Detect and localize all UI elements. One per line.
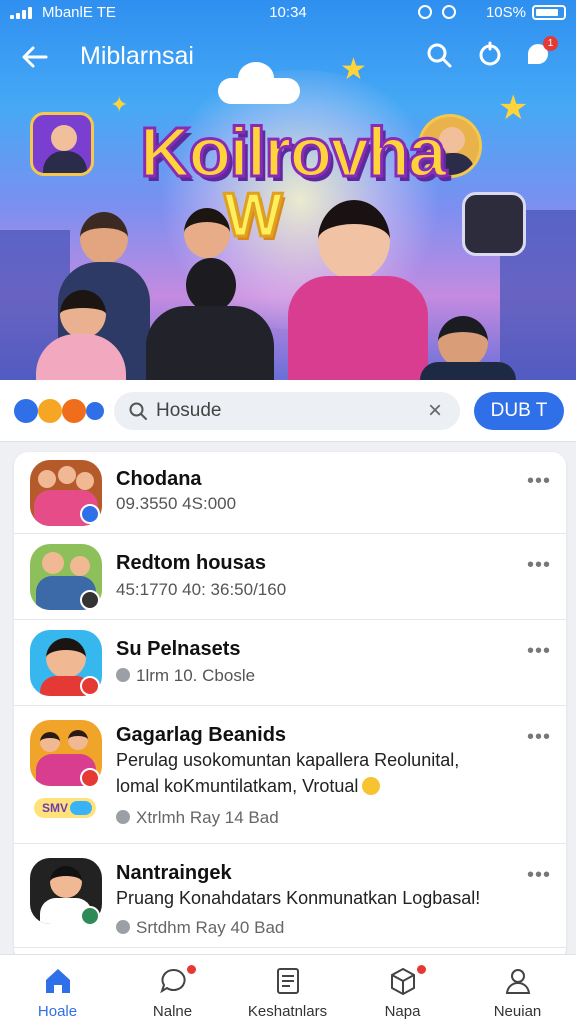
item-meta: Xtrlmh Ray 14 Bad — [116, 808, 279, 828]
nav-item-chat[interactable]: Nalne — [115, 955, 230, 1024]
item-name: Chodana — [116, 468, 202, 490]
list-item[interactable]: Chodana 09.3550 4S:000 ••• — [14, 452, 566, 534]
bottom-navigation: Hoale Nalne Keshatnlars Napa Neuian — [0, 954, 576, 1024]
app-screen: MbanlE TE 10:34 10S% Miblarnsai 1 ★ ✦ ★ … — [0, 0, 576, 1024]
refresh-icon — [479, 41, 501, 66]
star-icon: ★ — [340, 53, 367, 86]
search-row: × DUB T — [0, 380, 576, 442]
more-options-button[interactable]: ••• — [526, 555, 552, 575]
item-description: Perulag usokomuntan kapallera Reolunital… — [116, 750, 460, 770]
item-name: Su Pelnasets — [116, 638, 241, 660]
link-icon — [116, 668, 130, 682]
more-options-button[interactable]: ••• — [526, 865, 552, 885]
item-description: lomal koKmuntilatkam, Vrotual — [116, 776, 381, 797]
item-subtitle: 45:1770 40: 36:50/160 — [116, 580, 287, 599]
battery-icon — [532, 5, 566, 20]
notification-badge — [185, 963, 198, 976]
alarm-icon — [418, 5, 432, 19]
avatar-frame-left — [30, 112, 94, 176]
home-icon — [46, 969, 70, 993]
document-icon — [277, 968, 299, 994]
more-options-button[interactable]: ••• — [526, 641, 552, 661]
clock-icon — [116, 810, 130, 824]
item-meta: Srtdhm Ray 40 Bad — [116, 918, 284, 938]
nav-label: Keshatnlars — [247, 1003, 328, 1020]
profile-icon — [505, 969, 531, 994]
avatar-badge — [80, 504, 100, 524]
nav-item-documents[interactable]: Keshatnlars — [230, 955, 345, 1024]
speaker-icon — [462, 192, 526, 256]
list-item[interactable]: Redtom housas 45:1770 40: 36:50/160 ••• — [14, 534, 566, 620]
avatar-badge — [80, 676, 100, 696]
hero-banner: MbanlE TE 10:34 10S% Miblarnsai 1 ★ ✦ ★ … — [0, 0, 576, 380]
star-icon: ★ — [498, 89, 529, 127]
item-name: Nantraingek — [116, 862, 232, 884]
hero-logo-sub: W — [223, 180, 285, 252]
refresh-button[interactable] — [475, 40, 507, 72]
notifications-button[interactable]: 1 — [524, 36, 558, 72]
emoji-icon — [362, 777, 381, 795]
brand-logo[interactable] — [14, 397, 106, 425]
search-bar[interactable]: × — [114, 392, 460, 430]
top-app-bar: Miblarnsai 1 — [0, 30, 576, 82]
more-options-button[interactable]: ••• — [526, 727, 552, 747]
nav-item-home[interactable]: Hoale — [0, 955, 115, 1024]
item-description: Pruang Konahdatars Konmunatkan Logbasal! — [116, 888, 481, 908]
search-input[interactable] — [156, 399, 416, 423]
nav-item-profile[interactable]: Neuian — [460, 955, 575, 1024]
hero-logo-text: Koilrovha — [139, 112, 449, 193]
nav-item-box[interactable]: Napa — [345, 955, 460, 1024]
list-item[interactable]: Nantraingek Pruang Konahdatars Konmunatk… — [14, 844, 566, 948]
nav-label: Neuian — [493, 1003, 542, 1020]
clear-icon[interactable]: × — [424, 399, 446, 423]
notification-badge: 1 — [543, 36, 558, 51]
search-icon — [129, 402, 147, 420]
item-subtitle: 09.3550 4S:000 — [116, 494, 237, 513]
status-bar: MbanlE TE 10:34 10S% — [0, 0, 576, 26]
search-action-button[interactable]: DUB T — [474, 392, 564, 430]
avatar-badge — [80, 906, 100, 926]
back-button[interactable] — [18, 40, 52, 74]
cloud-decoration — [218, 62, 300, 104]
more-options-button[interactable]: ••• — [526, 471, 552, 491]
item-subtitle: 1lrm 10. Cbosle — [116, 666, 255, 686]
item-name: Gagarlag Beanids — [116, 724, 287, 746]
sync-icon — [442, 5, 456, 19]
nav-label: Hoale — [37, 1003, 78, 1020]
arrow-left-icon — [22, 46, 48, 68]
clock-icon — [116, 920, 130, 934]
community-list: Chodana 09.3550 4S:000 ••• Redtom housas… — [14, 452, 566, 962]
page-title: Miblarnsai — [80, 42, 194, 70]
battery-percentage: 10S% — [485, 4, 526, 21]
item-name: Redtom housas — [116, 552, 267, 574]
nav-label: Napa — [384, 1003, 421, 1020]
list-item[interactable]: SMV Gagarlag Beanids Perulag usokomuntan… — [14, 706, 566, 844]
list-item[interactable]: Su Pelnasets 1lrm 10. Cbosle ••• — [14, 620, 566, 706]
nav-label: Nalne — [152, 1003, 193, 1020]
tag-badge: SMV — [34, 798, 96, 818]
star-icon: ✦ — [110, 92, 129, 117]
avatar-badge — [80, 590, 100, 610]
avatar-badge — [80, 768, 100, 788]
notification-badge — [415, 963, 428, 976]
search-icon — [427, 43, 452, 68]
search-button[interactable] — [424, 40, 456, 72]
